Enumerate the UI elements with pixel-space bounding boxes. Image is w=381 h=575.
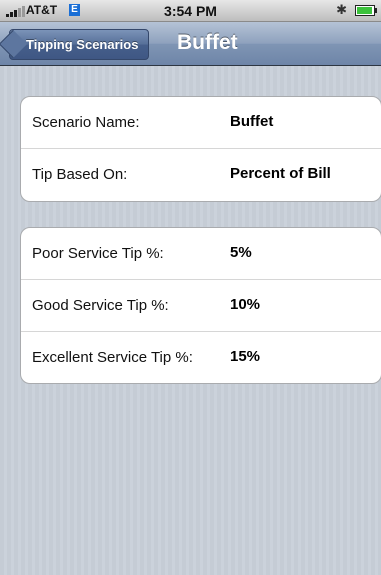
page-title: Buffet (177, 31, 238, 54)
poor-service-row[interactable]: Poor Service Tip %: 5% (21, 228, 381, 280)
row-value: Buffet (230, 113, 274, 130)
good-service-row[interactable]: Good Service Tip %: 10% (21, 280, 381, 332)
row-label: Tip Based On: (32, 166, 128, 183)
scenario-name-row[interactable]: Scenario Name: Buffet (21, 97, 381, 149)
back-button-label: Tipping Scenarios (26, 37, 139, 52)
status-bar: AT&T E 3:54 PM ✱ (0, 0, 381, 22)
tip-percent-group: Poor Service Tip %: 5% Good Service Tip … (20, 227, 381, 384)
row-label: Scenario Name: (32, 114, 140, 131)
scenario-group: Scenario Name: Buffet Tip Based On: Perc… (20, 96, 381, 202)
row-value: Percent of Bill (230, 165, 331, 182)
settings-table: Scenario Name: Buffet Tip Based On: Perc… (0, 66, 381, 575)
row-value: 15% (230, 348, 261, 365)
clock: 3:54 PM (164, 3, 217, 19)
row-label: Excellent Service Tip %: (32, 349, 193, 366)
row-value: 10% (230, 296, 261, 313)
excellent-service-row[interactable]: Excellent Service Tip %: 15% (21, 332, 381, 383)
row-label: Poor Service Tip %: (32, 245, 164, 262)
battery-icon (355, 5, 377, 16)
back-button[interactable]: Tipping Scenarios (9, 29, 150, 60)
tip-based-on-row[interactable]: Tip Based On: Percent of Bill (21, 149, 381, 200)
navigation-bar: Tipping Scenarios Buffet (0, 22, 381, 66)
bluetooth-icon: ✱ (336, 2, 347, 17)
row-label: Good Service Tip %: (32, 297, 169, 314)
row-value: 5% (230, 244, 252, 261)
